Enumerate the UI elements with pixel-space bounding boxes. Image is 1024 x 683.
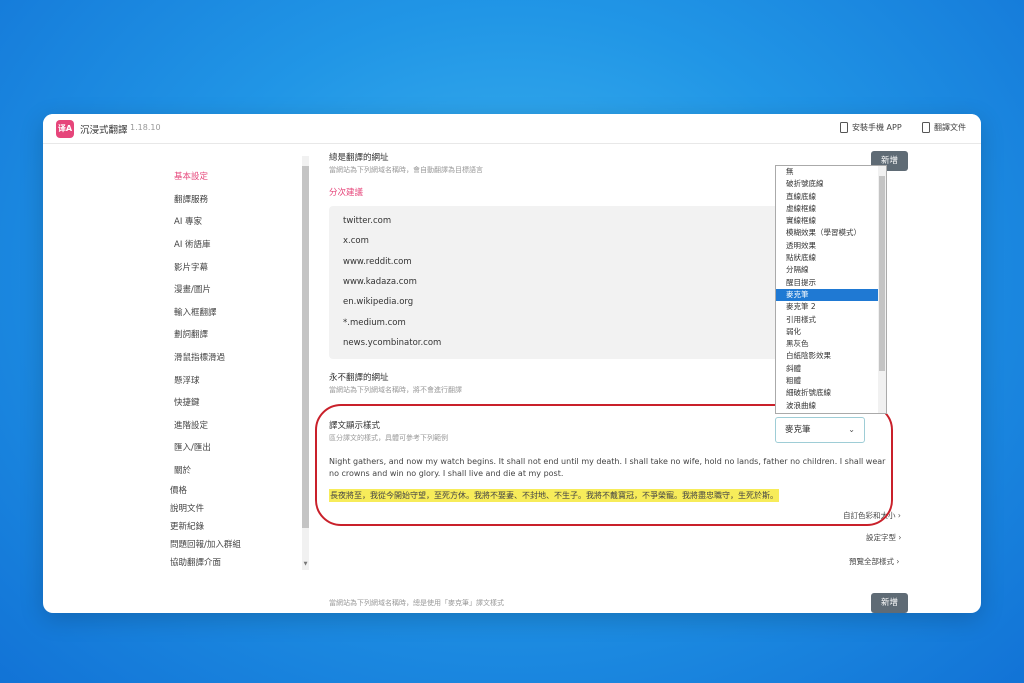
sidebar-item-advanced[interactable]: 進階設定	[174, 419, 208, 431]
app-logo: 译A	[56, 120, 74, 138]
dropdown-option[interactable]: 實線框線	[776, 215, 886, 227]
sidebar-item-hover[interactable]: 滑鼠指標滑過	[174, 351, 225, 363]
sidebar-item-import-export[interactable]: 匯入/匯出	[174, 441, 211, 453]
dropdown-option[interactable]: 模糊效果（學習模式）	[776, 227, 886, 239]
dropdown-option[interactable]: 引用樣式	[776, 314, 886, 326]
always-translate-title: 總是翻譯的網址	[329, 153, 389, 163]
chevron-right-icon: ›	[897, 511, 901, 520]
list-item[interactable]: en.wikipedia.org	[343, 297, 413, 307]
dropdown-option[interactable]: 細破折號底線	[776, 387, 886, 399]
chevron-right-icon: ›	[898, 533, 902, 542]
suggestion-title: 分次建議	[329, 188, 364, 198]
highlight-annotation-outline	[315, 404, 893, 526]
sidebar-item-ai-glossary[interactable]: AI 術語庫	[174, 238, 211, 250]
sidebar-link-help-translate[interactable]: 協助翻譯介面	[170, 556, 221, 568]
docs-link[interactable]: 翻譯文件	[922, 122, 966, 133]
list-item[interactable]: x.com	[343, 236, 369, 246]
sidebar-item-float-ball[interactable]: 懸浮球	[174, 374, 200, 386]
sidebar: 基本設定 翻譯服務 AI 專家 AI 術語庫 影片字幕 漫畫/圖片 輸入框翻譯 …	[43, 144, 301, 613]
dropdown-scrollbar-thumb[interactable]	[879, 176, 885, 371]
top-bar: 译A 沉浸式翻譯 1.18.10 安裝手機 APP 翻譯文件	[43, 114, 981, 144]
dropdown-option[interactable]: 波浪曲線	[776, 400, 886, 412]
app-version: 1.18.10	[130, 123, 161, 132]
sidebar-item-input[interactable]: 輸入框翻譯	[174, 306, 217, 318]
set-font-link[interactable]: 設定字型 ›	[866, 532, 901, 543]
suggested-url-list: twitter.com x.com www.reddit.com www.kad…	[329, 206, 789, 359]
sidebar-link-docs[interactable]: 說明文件	[170, 502, 204, 514]
list-item[interactable]: www.kadaza.com	[343, 277, 417, 287]
never-translate-title: 永不翻譯的網址	[329, 373, 389, 383]
dropdown-option-selected[interactable]: 麥克筆	[776, 288, 886, 302]
scroll-down-arrow-icon[interactable]: ▼	[302, 560, 309, 568]
list-item[interactable]: news.ycombinator.com	[343, 338, 441, 348]
dropdown-option[interactable]: 斜體	[776, 363, 886, 375]
preview-all-link[interactable]: 預覽全部樣式 ›	[849, 556, 899, 567]
docs-label: 翻譯文件	[934, 123, 966, 132]
never-translate-hint: 當網站為下列網域名稱時，將不會進行翻譯	[329, 386, 462, 394]
style-dropdown-list[interactable]: 無 破折號底線 直線底線 虛線框線 實線框線 模糊效果（學習模式） 透明效果 點…	[775, 165, 887, 414]
sidebar-item-ai-expert[interactable]: AI 專家	[174, 215, 202, 227]
always-translate-hint: 當網站為下列網域名稱時，會自動翻譯為目標語言	[329, 166, 483, 174]
app-name: 沉浸式翻譯	[80, 125, 128, 136]
preview-all-label: 預覽全部樣式	[849, 557, 894, 566]
dropdown-option[interactable]: 黑灰色	[776, 338, 886, 350]
dropdown-option[interactable]: 點狀底線	[776, 252, 886, 264]
dropdown-option[interactable]: 分隔線	[776, 264, 886, 276]
set-font-label: 設定字型	[866, 533, 896, 542]
dropdown-option[interactable]: 醒目提示	[776, 277, 886, 289]
sidebar-item-selection[interactable]: 劃詞翻譯	[174, 328, 208, 340]
add-style-rule-button[interactable]: 新增	[871, 593, 908, 613]
dropdown-option[interactable]: 白紙陰影效果	[776, 350, 886, 362]
sidebar-item-subtitles[interactable]: 影片字幕	[174, 261, 208, 273]
dropdown-option[interactable]: 無	[776, 166, 886, 178]
document-icon	[922, 122, 930, 133]
footer-hint: 當網站為下列網域名稱時，總是使用「麥克筆」譯文樣式	[329, 599, 504, 607]
sidebar-item-shortcuts[interactable]: 快捷鍵	[174, 396, 200, 408]
sidebar-item-about[interactable]: 關於	[174, 464, 191, 476]
sidebar-link-changelog[interactable]: 更新紀錄	[170, 520, 204, 532]
install-app-link[interactable]: 安裝手機 APP	[840, 122, 902, 133]
dropdown-option[interactable]: 弱化	[776, 326, 886, 338]
dropdown-option[interactable]: 粗體	[776, 375, 886, 387]
install-app-label: 安裝手機 APP	[852, 123, 902, 132]
sidebar-item-services[interactable]: 翻譯服務	[174, 193, 208, 205]
sidebar-link-pricing[interactable]: 價格	[170, 484, 187, 496]
dropdown-option[interactable]: 麥克筆 2	[776, 301, 886, 313]
sidebar-link-feedback[interactable]: 問題回報/加入群組	[170, 538, 241, 550]
phone-icon	[840, 122, 848, 133]
list-item[interactable]: twitter.com	[343, 216, 391, 226]
sidebar-item-basic[interactable]: 基本設定	[174, 170, 208, 182]
list-item[interactable]: *.medium.com	[343, 318, 406, 328]
dropdown-option[interactable]: 虛線框線	[776, 203, 886, 215]
chevron-right-icon: ›	[896, 557, 900, 566]
dropdown-option[interactable]: 破折號底線	[776, 178, 886, 190]
sidebar-scrollbar-thumb[interactable]	[302, 166, 309, 528]
dropdown-option[interactable]: 直線底線	[776, 191, 886, 203]
list-item[interactable]: www.reddit.com	[343, 257, 412, 267]
sidebar-item-comics[interactable]: 漫畫/圖片	[174, 283, 211, 295]
dropdown-option[interactable]: 透明效果	[776, 240, 886, 252]
